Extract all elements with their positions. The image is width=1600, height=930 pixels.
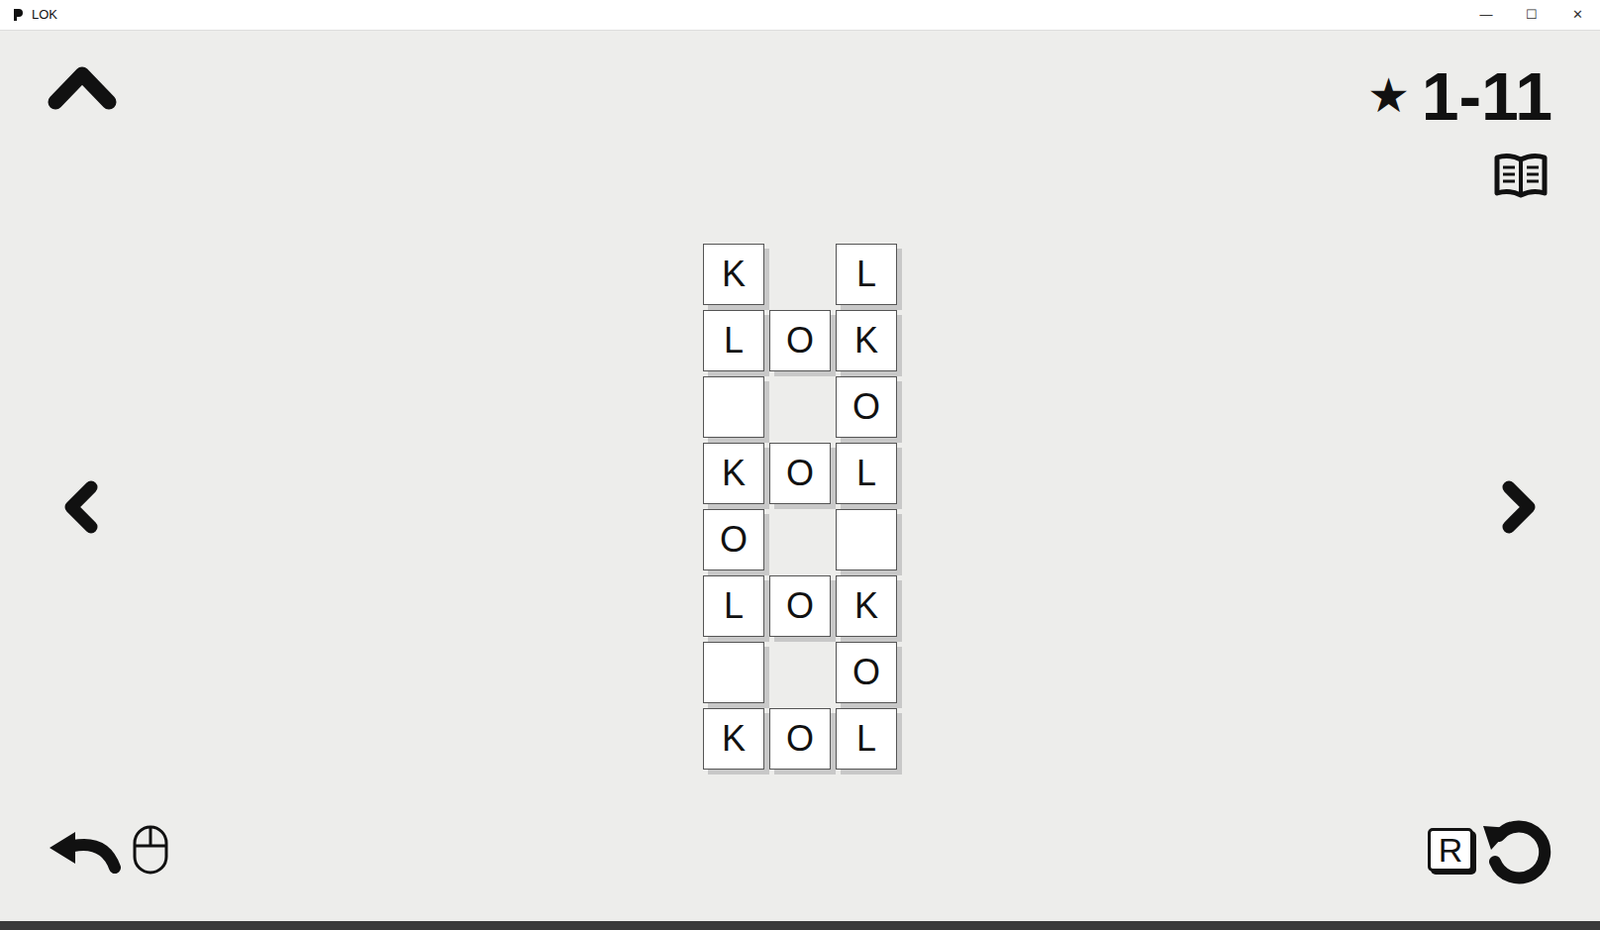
- letter-tile[interactable]: K: [702, 707, 765, 770]
- mouse-icon: [130, 823, 171, 876]
- board-row: LOK: [702, 309, 898, 372]
- letter-tile[interactable]: K: [702, 442, 765, 504]
- letter-tile[interactable]: L: [702, 309, 765, 372]
- restart-key: R: [1427, 827, 1474, 872]
- letter-tile[interactable]: K: [835, 575, 898, 637]
- letter-tile[interactable]: O: [835, 641, 898, 703]
- board-row: O: [702, 508, 898, 571]
- letter-tile[interactable]: O: [769, 442, 831, 504]
- window-control[interactable]: ☐: [1508, 0, 1555, 31]
- board-hole: [769, 376, 831, 438]
- letter-tile[interactable]: K: [835, 309, 898, 372]
- window-title: LOK: [31, 4, 58, 25]
- board-row: KL: [702, 243, 898, 305]
- board-row: O: [702, 641, 898, 703]
- letter-tile[interactable]: O: [769, 707, 831, 770]
- letter-tile[interactable]: O: [835, 376, 898, 438]
- previous-level-icon[interactable]: [61, 479, 101, 535]
- window-control[interactable]: ✕: [1554, 0, 1600, 31]
- board-row: O: [702, 376, 898, 438]
- board-row: KOL: [702, 707, 898, 770]
- letter-tile[interactable]: K: [702, 243, 765, 305]
- board-row: LOK: [702, 575, 898, 637]
- letter-tile[interactable]: O: [702, 508, 765, 571]
- letter-tile[interactable]: L: [702, 575, 765, 637]
- board-hole: [769, 641, 831, 703]
- letter-tile[interactable]: L: [835, 442, 898, 504]
- book-icon[interactable]: [1493, 151, 1549, 200]
- undo-icon[interactable]: [43, 825, 123, 874]
- blank-tile[interactable]: [702, 641, 765, 703]
- level-indicator: ★1-11: [1367, 62, 1553, 130]
- taskbar-strip: [0, 920, 1600, 930]
- letter-tile[interactable]: O: [769, 309, 831, 372]
- letter-tile[interactable]: L: [835, 243, 898, 305]
- board-hole: [769, 508, 831, 571]
- up-arrow-icon[interactable]: [47, 62, 117, 110]
- next-level-icon[interactable]: [1499, 479, 1539, 535]
- restart-icon[interactable]: [1481, 813, 1557, 886]
- blank-tile[interactable]: [835, 508, 898, 571]
- board-hole: [769, 243, 831, 305]
- blank-tile[interactable]: [702, 376, 765, 438]
- board-row: KOL: [702, 442, 898, 504]
- app-window: LOK—☐✕★1-11KLLOKOKOLOLOKOKOLR: [0, 0, 1600, 930]
- title-bar: LOK —☐✕: [0, 0, 1600, 31]
- board: KLLOKOKOLOLOKOKOL: [702, 243, 898, 770]
- window-control[interactable]: —: [1463, 0, 1509, 31]
- letter-tile[interactable]: L: [835, 707, 898, 770]
- letter-tile[interactable]: O: [769, 575, 831, 637]
- app-icon: [11, 7, 24, 22]
